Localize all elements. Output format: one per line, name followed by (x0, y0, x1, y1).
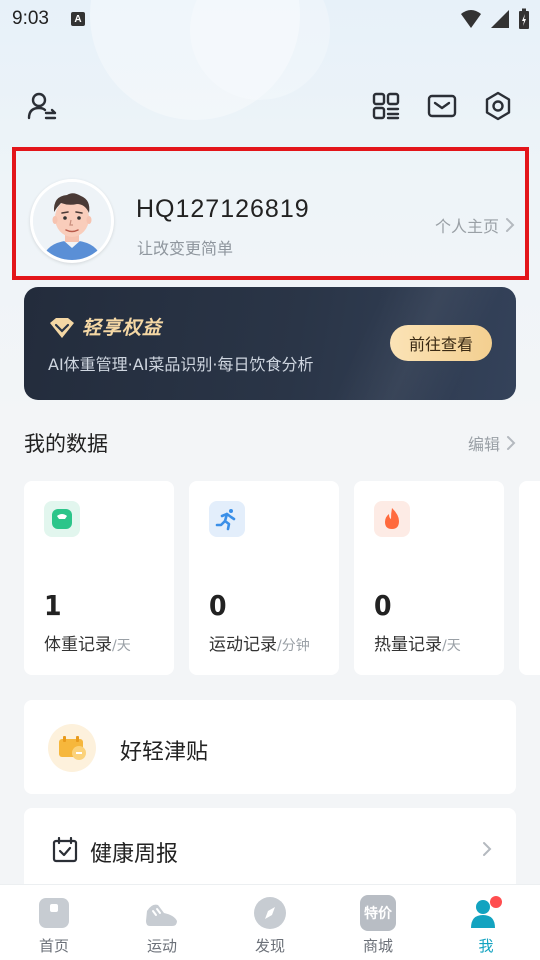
status-bar: 9:03 A (0, 0, 540, 38)
exercise-record-label: 运动记录/分钟 (209, 635, 310, 655)
nav-shop[interactable]: 特价 商城 (324, 885, 432, 960)
exercise-record-value: 0 (209, 589, 227, 622)
calorie-record-card[interactable]: 0 热量记录/天 (354, 481, 504, 675)
chevron-right-icon (506, 218, 515, 232)
weight-record-label: 体重记录/天 (44, 635, 131, 655)
weight-record-card[interactable]: 1 体重记录/天 (24, 481, 174, 675)
calorie-record-label: 热量记录/天 (374, 635, 461, 655)
signal-icon (491, 10, 509, 28)
nav-shop-label: 商城 (362, 937, 393, 955)
view-benefits-button[interactable]: 前往查看 (390, 325, 492, 361)
calorie-record-value: 0 (374, 589, 392, 622)
avatar[interactable] (30, 179, 114, 263)
my-data-title: 我的数据 (24, 432, 108, 456)
health-report-label: 健康周报 (90, 842, 179, 867)
username: HQ127126819 (136, 195, 310, 223)
running-icon (209, 501, 245, 537)
bottom-navigation: 首页 运动 发现 特价 商城 我 (0, 884, 540, 960)
profile-slogan: 让改变更简单 (137, 239, 234, 258)
nav-me-label: 我 (478, 937, 494, 955)
weight-record-value: 1 (44, 589, 62, 622)
notification-icon: A (70, 12, 85, 26)
profile-icon (471, 896, 502, 928)
membership-banner[interactable]: 轻享权益 AI体重管理·AI菜品识别·每日饮食分析 前往查看 (24, 287, 516, 400)
personal-homepage-label: 个人主页 (434, 217, 499, 236)
qr-code-icon (372, 92, 400, 120)
scan-button[interactable] (368, 84, 404, 128)
subsidy-label: 好轻津贴 (120, 740, 209, 765)
shop-icon: 特价 (360, 895, 396, 931)
nav-home[interactable]: 首页 (0, 885, 108, 960)
nav-sports[interactable]: 运动 (108, 885, 216, 960)
scale-icon (44, 501, 80, 537)
nav-me[interactable]: 我 (432, 885, 540, 960)
wifi-icon (461, 10, 481, 28)
personal-homepage-link[interactable]: 个人主页 (435, 213, 515, 237)
profile-card[interactable]: HQ127126819 让改变更简单 个人主页 (12, 147, 529, 280)
subsidy-icon (48, 724, 96, 772)
switch-account-button[interactable] (24, 84, 60, 128)
membership-description: AI体重管理·AI菜品识别·每日饮食分析 (48, 355, 314, 374)
diamond-icon (50, 318, 74, 338)
messages-button[interactable] (424, 84, 460, 128)
mail-icon (427, 94, 457, 118)
subsidy-item[interactable]: 好轻津贴 (24, 700, 516, 794)
edit-label: 编辑 (467, 435, 500, 454)
battery-icon (519, 8, 529, 29)
nav-discover-label: 发现 (254, 937, 285, 955)
nav-sports-label: 运动 (146, 937, 177, 955)
user-switch-icon (27, 92, 57, 120)
edit-data-button[interactable]: 编辑 (468, 431, 516, 455)
settings-icon (485, 91, 511, 121)
compass-icon (254, 897, 286, 929)
flame-icon (374, 501, 410, 537)
settings-button[interactable] (480, 84, 516, 128)
exercise-record-card[interactable]: 0 运动记录/分钟 (189, 481, 339, 675)
shoe-icon (146, 904, 177, 926)
nav-discover[interactable]: 发现 (216, 885, 324, 960)
chevron-right-icon (507, 436, 516, 450)
next-data-card[interactable] (519, 481, 540, 675)
home-icon (39, 898, 69, 928)
membership-title: 轻享权益 (82, 317, 163, 339)
avatar-illustration (33, 182, 111, 260)
top-toolbar (0, 84, 540, 128)
calendar-check-icon (52, 837, 78, 863)
chevron-right-icon (483, 842, 492, 856)
nav-home-label: 首页 (38, 937, 69, 955)
status-time: 9:03 (12, 8, 49, 29)
shop-badge: 特价 (364, 906, 392, 922)
